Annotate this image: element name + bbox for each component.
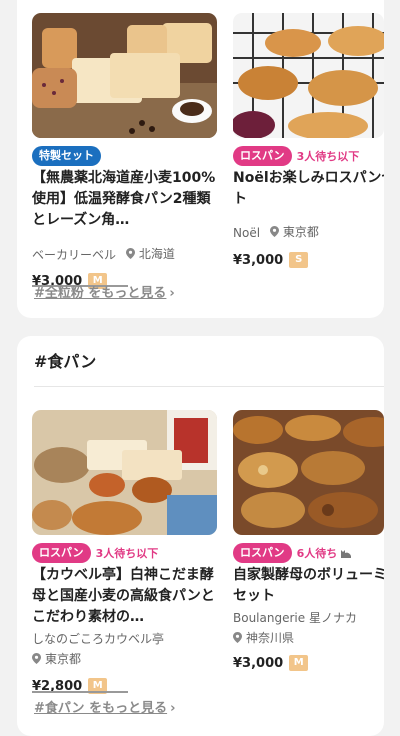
price-text: ¥3,000 (233, 655, 284, 671)
map-pin-icon (269, 226, 279, 237)
loss-bread-badge: ロスパン (233, 543, 292, 563)
product-title[interactable]: 【カウベル亭】白神こだま酵 母と国産小麦の高級食パンと こだわり素材の… (32, 565, 217, 628)
product-card[interactable]: ロスパン 3人待ち以下 【カウベル亭】白神こだま酵 母と国産小麦の高級食パンと … (32, 410, 217, 710)
location: 北海道 (125, 245, 175, 262)
title-line: こだわり素材の… (32, 609, 144, 625)
product-image[interactable] (233, 410, 384, 535)
see-more-text: #食パン をもっと見る (34, 701, 168, 716)
see-more-link[interactable]: #食パン をもっと見る › (34, 697, 175, 716)
product-image[interactable] (233, 13, 384, 138)
map-pin-icon (125, 248, 135, 259)
see-more-link[interactable]: #全粒粉 をもっと見る › (34, 282, 175, 301)
title-line: セット (233, 588, 275, 604)
product-card[interactable]: ロスパン 6人待ち 自家製酵母のボリューミー セット Boulangerie 星… (233, 410, 384, 710)
see-more-text: #全粒粉 をもっと見る (34, 286, 167, 301)
map-pin-icon (32, 653, 41, 664)
product-image[interactable] (32, 13, 217, 138)
divider (34, 386, 384, 387)
title-line: Noëlお楽しみロスパンセッ (233, 170, 384, 186)
title-line: 【カウベル亭】白神こだま酵 (32, 567, 214, 583)
title-line: とレーズン角… (32, 212, 130, 228)
title-line: 【無農薬北海道産小麦100% (32, 170, 216, 186)
title-line: 母と国産小麦の高級食パンと (32, 588, 215, 604)
product-title[interactable]: 【無農薬北海道産小麦100% 使用】低温発酵食パン2種類 とレーズン角… (32, 168, 217, 231)
scroll-indicator (32, 691, 128, 693)
chevron-right-icon: › (170, 701, 176, 716)
location: 東京都 (269, 223, 319, 240)
product-card[interactable]: 特製セット 【無農薬北海道産小麦100% 使用】低温発酵食パン2種類 とレーズン… (32, 13, 217, 313)
cat-icon (341, 550, 352, 558)
shop-name: Boulangerie 星ノナカ (233, 611, 357, 625)
location: 東京都 (32, 650, 81, 667)
shop-name: ベーカリーベル 北海道 (32, 245, 175, 263)
location: 神奈川県 (233, 629, 294, 646)
size-badge: M (289, 655, 309, 671)
shop-name-text: Noël (233, 226, 261, 240)
shop-name: しなのごころカウベル亭 (32, 632, 165, 646)
product-image[interactable] (32, 410, 217, 535)
location-text: 東京都 (282, 225, 319, 239)
waitlist-text: 6人待ち (296, 547, 338, 560)
shop-name-text: ベーカリーベル (32, 248, 117, 262)
product-section-zenryufun: 特製セット 【無農薬北海道産小麦100% 使用】低温発酵食パン2種類 とレーズン… (17, 0, 384, 318)
price: ¥3,000 S (233, 252, 309, 268)
shop-name: Noël 東京都 (233, 223, 319, 240)
map-pin-icon (233, 632, 242, 643)
location-text: 東京都 (45, 652, 82, 666)
product-title[interactable]: Noëlお楽しみロスパンセッ ト (233, 168, 384, 210)
loss-bread-badge: ロスパン (32, 543, 91, 563)
product-card[interactable]: ロスパン 3人待ち以下 Noëlお楽しみロスパンセッ ト Noël 東京都 ¥3… (233, 13, 384, 313)
loss-bread-badge: ロスパン (233, 146, 292, 166)
product-section-shokupan: #食パン ロスパン 3人待ち以下 【カウベル亭】白神こだま酵 母と国産小麦の高級… (17, 336, 384, 736)
price: ¥3,000 M (233, 655, 309, 671)
location-text: 北海道 (138, 247, 175, 261)
price-text: ¥3,000 (233, 252, 284, 268)
section-title: #食パン (34, 352, 97, 371)
title-line: ト (233, 191, 247, 207)
title-line: 自家製酵母のボリューミー (233, 567, 384, 583)
waitlist-text: 3人待ち以下 (95, 547, 159, 560)
special-set-badge: 特製セット (32, 146, 101, 166)
size-badge: S (289, 252, 309, 268)
product-title[interactable]: 自家製酵母のボリューミー セット (233, 565, 384, 607)
chevron-right-icon: › (169, 286, 175, 301)
title-line: 使用】低温発酵食パン2種類 (32, 191, 211, 207)
location-text: 神奈川県 (246, 631, 295, 645)
waitlist-text: 3人待ち以下 (296, 150, 360, 163)
